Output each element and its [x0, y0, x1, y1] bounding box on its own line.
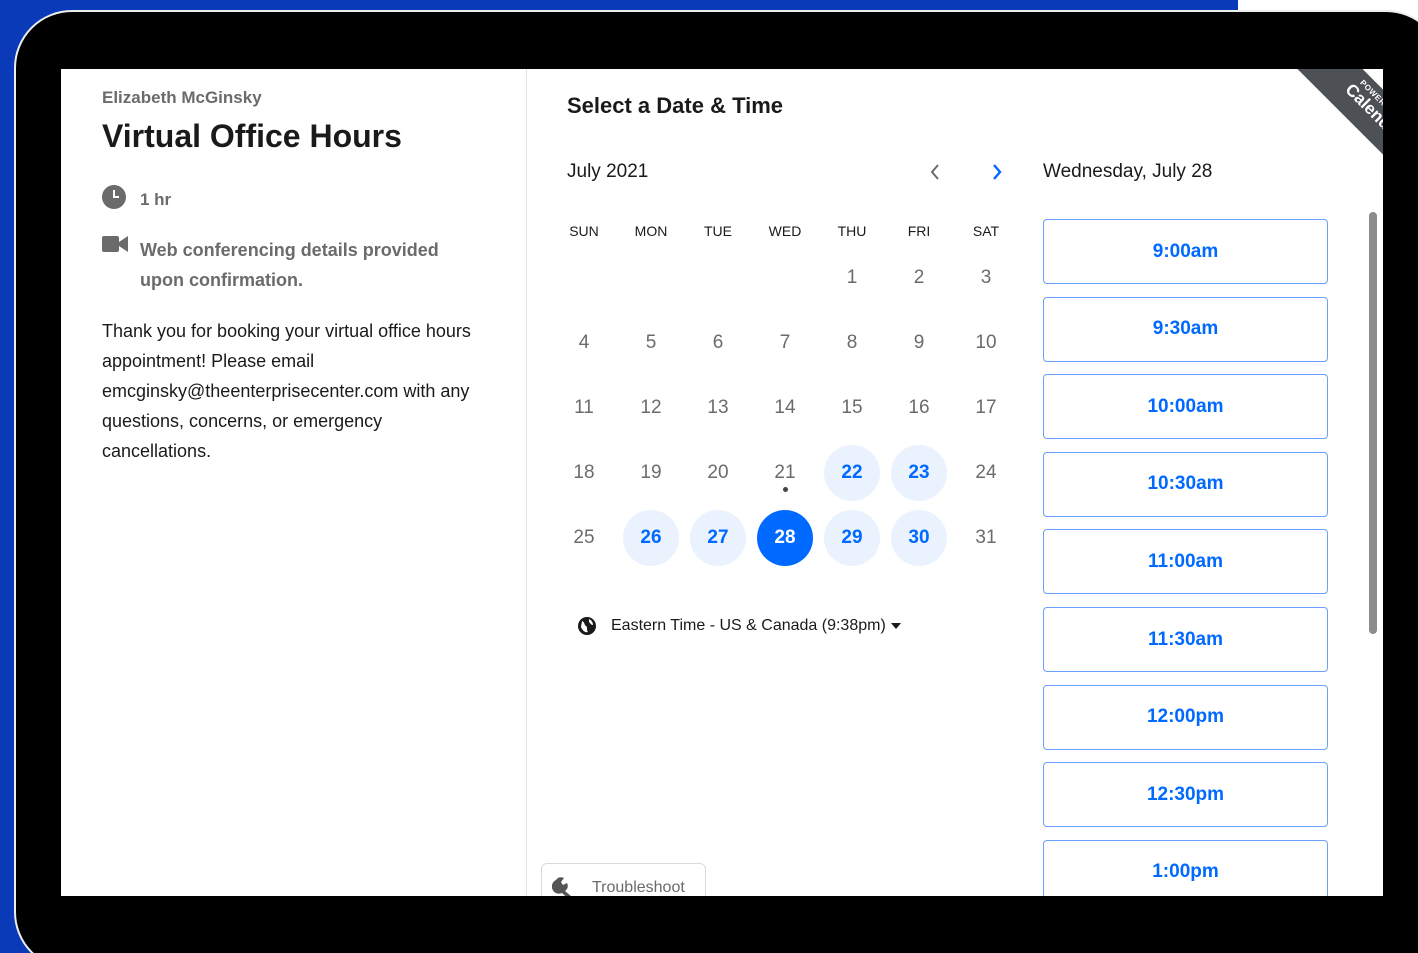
powered-by-badge[interactable]: POWERED BY Calendly [1283, 69, 1383, 169]
calendar-day: 2 [913, 267, 925, 288]
conferencing-details: Web conferencing details provided upon c… [140, 240, 439, 290]
calendar-day[interactable]: 22 [824, 445, 880, 501]
weekday-label: SAT [972, 223, 1000, 239]
duration-label: 1 hr [140, 190, 172, 209]
troubleshoot-button[interactable]: Troubleshoot [541, 863, 706, 896]
clock-icon [102, 185, 126, 209]
troubleshoot-label: Troubleshoot [592, 879, 685, 896]
calendar-day: 5 [645, 332, 657, 353]
event-title: Virtual Office Hours [102, 118, 402, 154]
calendar-month: July 2021 [567, 161, 649, 182]
time-slot-button[interactable]: 10:30am [1043, 451, 1328, 517]
weekday-label: MON [634, 223, 668, 239]
calendar-day: 24 [975, 462, 997, 483]
time-slot-button[interactable]: 10:00am [1043, 374, 1328, 440]
host-name: Elizabeth McGinsky [102, 88, 262, 107]
event-details-panel: Elizabeth McGinsky Virtual Office Hours … [61, 69, 527, 896]
time-slot-button[interactable]: 11:30am [1043, 607, 1328, 672]
time-slot-button[interactable]: 12:00pm [1043, 684, 1328, 750]
calendar-day: 20 [707, 462, 729, 483]
calendar-day: 13 [707, 397, 729, 418]
calendar-day: 8 [846, 332, 858, 353]
chevron-right-icon[interactable] [983, 159, 1011, 185]
calendar-day: 12 [640, 397, 662, 418]
weekday-label: SUN [569, 223, 599, 239]
calendar-day[interactable]: 26 [623, 510, 679, 566]
booking-screen: Elizabeth McGinsky Virtual Office Hours … [61, 69, 1383, 896]
timezone-selector[interactable]: Eastern Time - US & Canada (9:38pm) [577, 616, 901, 636]
timezone-label: Eastern Time - US & Canada (9:38pm) [611, 617, 886, 634]
calendar-day-selected[interactable]: 28 [757, 510, 813, 566]
calendar-day: 21 [774, 462, 796, 483]
time-slot-button[interactable]: 12:30pm [1043, 762, 1328, 828]
calendar-day: 16 [908, 397, 930, 418]
duration-row: 1 hr [102, 184, 171, 210]
event-description: Thank you for booking your virtual offic… [102, 321, 471, 461]
calendar-day: 10 [975, 332, 997, 353]
calendar-day[interactable]: 30 [891, 510, 947, 566]
calendar-day: 11 [574, 397, 594, 418]
time-slot-button[interactable]: 9:00am [1043, 219, 1328, 284]
weekday-label: FRI [907, 223, 931, 239]
video-camera-icon [102, 236, 128, 252]
globe-icon [578, 617, 596, 635]
scrollbar[interactable] [1369, 212, 1377, 634]
calendar-day: 19 [640, 462, 662, 483]
calendar-day: 31 [975, 527, 997, 548]
calendar-day: 4 [578, 332, 590, 353]
calendar-day: 15 [841, 397, 863, 418]
calendar-day: 17 [975, 397, 997, 418]
time-slot-button[interactable]: 11:00am [1043, 529, 1328, 595]
weekday-label: THU [837, 223, 867, 239]
chevron-left-icon[interactable] [921, 159, 949, 185]
time-slot-button[interactable]: 1:00pm [1043, 839, 1328, 896]
calendar-day[interactable]: 29 [824, 510, 880, 566]
calendar-day: 25 [573, 527, 595, 548]
wrench-icon [552, 877, 571, 896]
weekday-label: TUE [704, 223, 732, 239]
caret-down-icon [890, 623, 901, 629]
calendar-day: 14 [774, 397, 796, 418]
calendar-day: 1 [846, 267, 858, 288]
selected-date-label: Wednesday, July 28 [1043, 161, 1213, 182]
calendar-day[interactable]: 23 [891, 445, 947, 501]
calendar-day: 7 [779, 332, 791, 353]
time-slot-button[interactable]: 9:30am [1043, 296, 1328, 362]
weekday-label: WED [768, 223, 802, 239]
calendar-day: 9 [913, 332, 925, 353]
scheduler-heading: Select a Date & Time [567, 93, 784, 118]
calendar-day[interactable]: 27 [690, 510, 746, 566]
calendar-day: 18 [573, 462, 595, 483]
calendar-day: 3 [980, 267, 992, 288]
calendar-day: 6 [712, 332, 724, 353]
today-indicator [783, 487, 788, 492]
